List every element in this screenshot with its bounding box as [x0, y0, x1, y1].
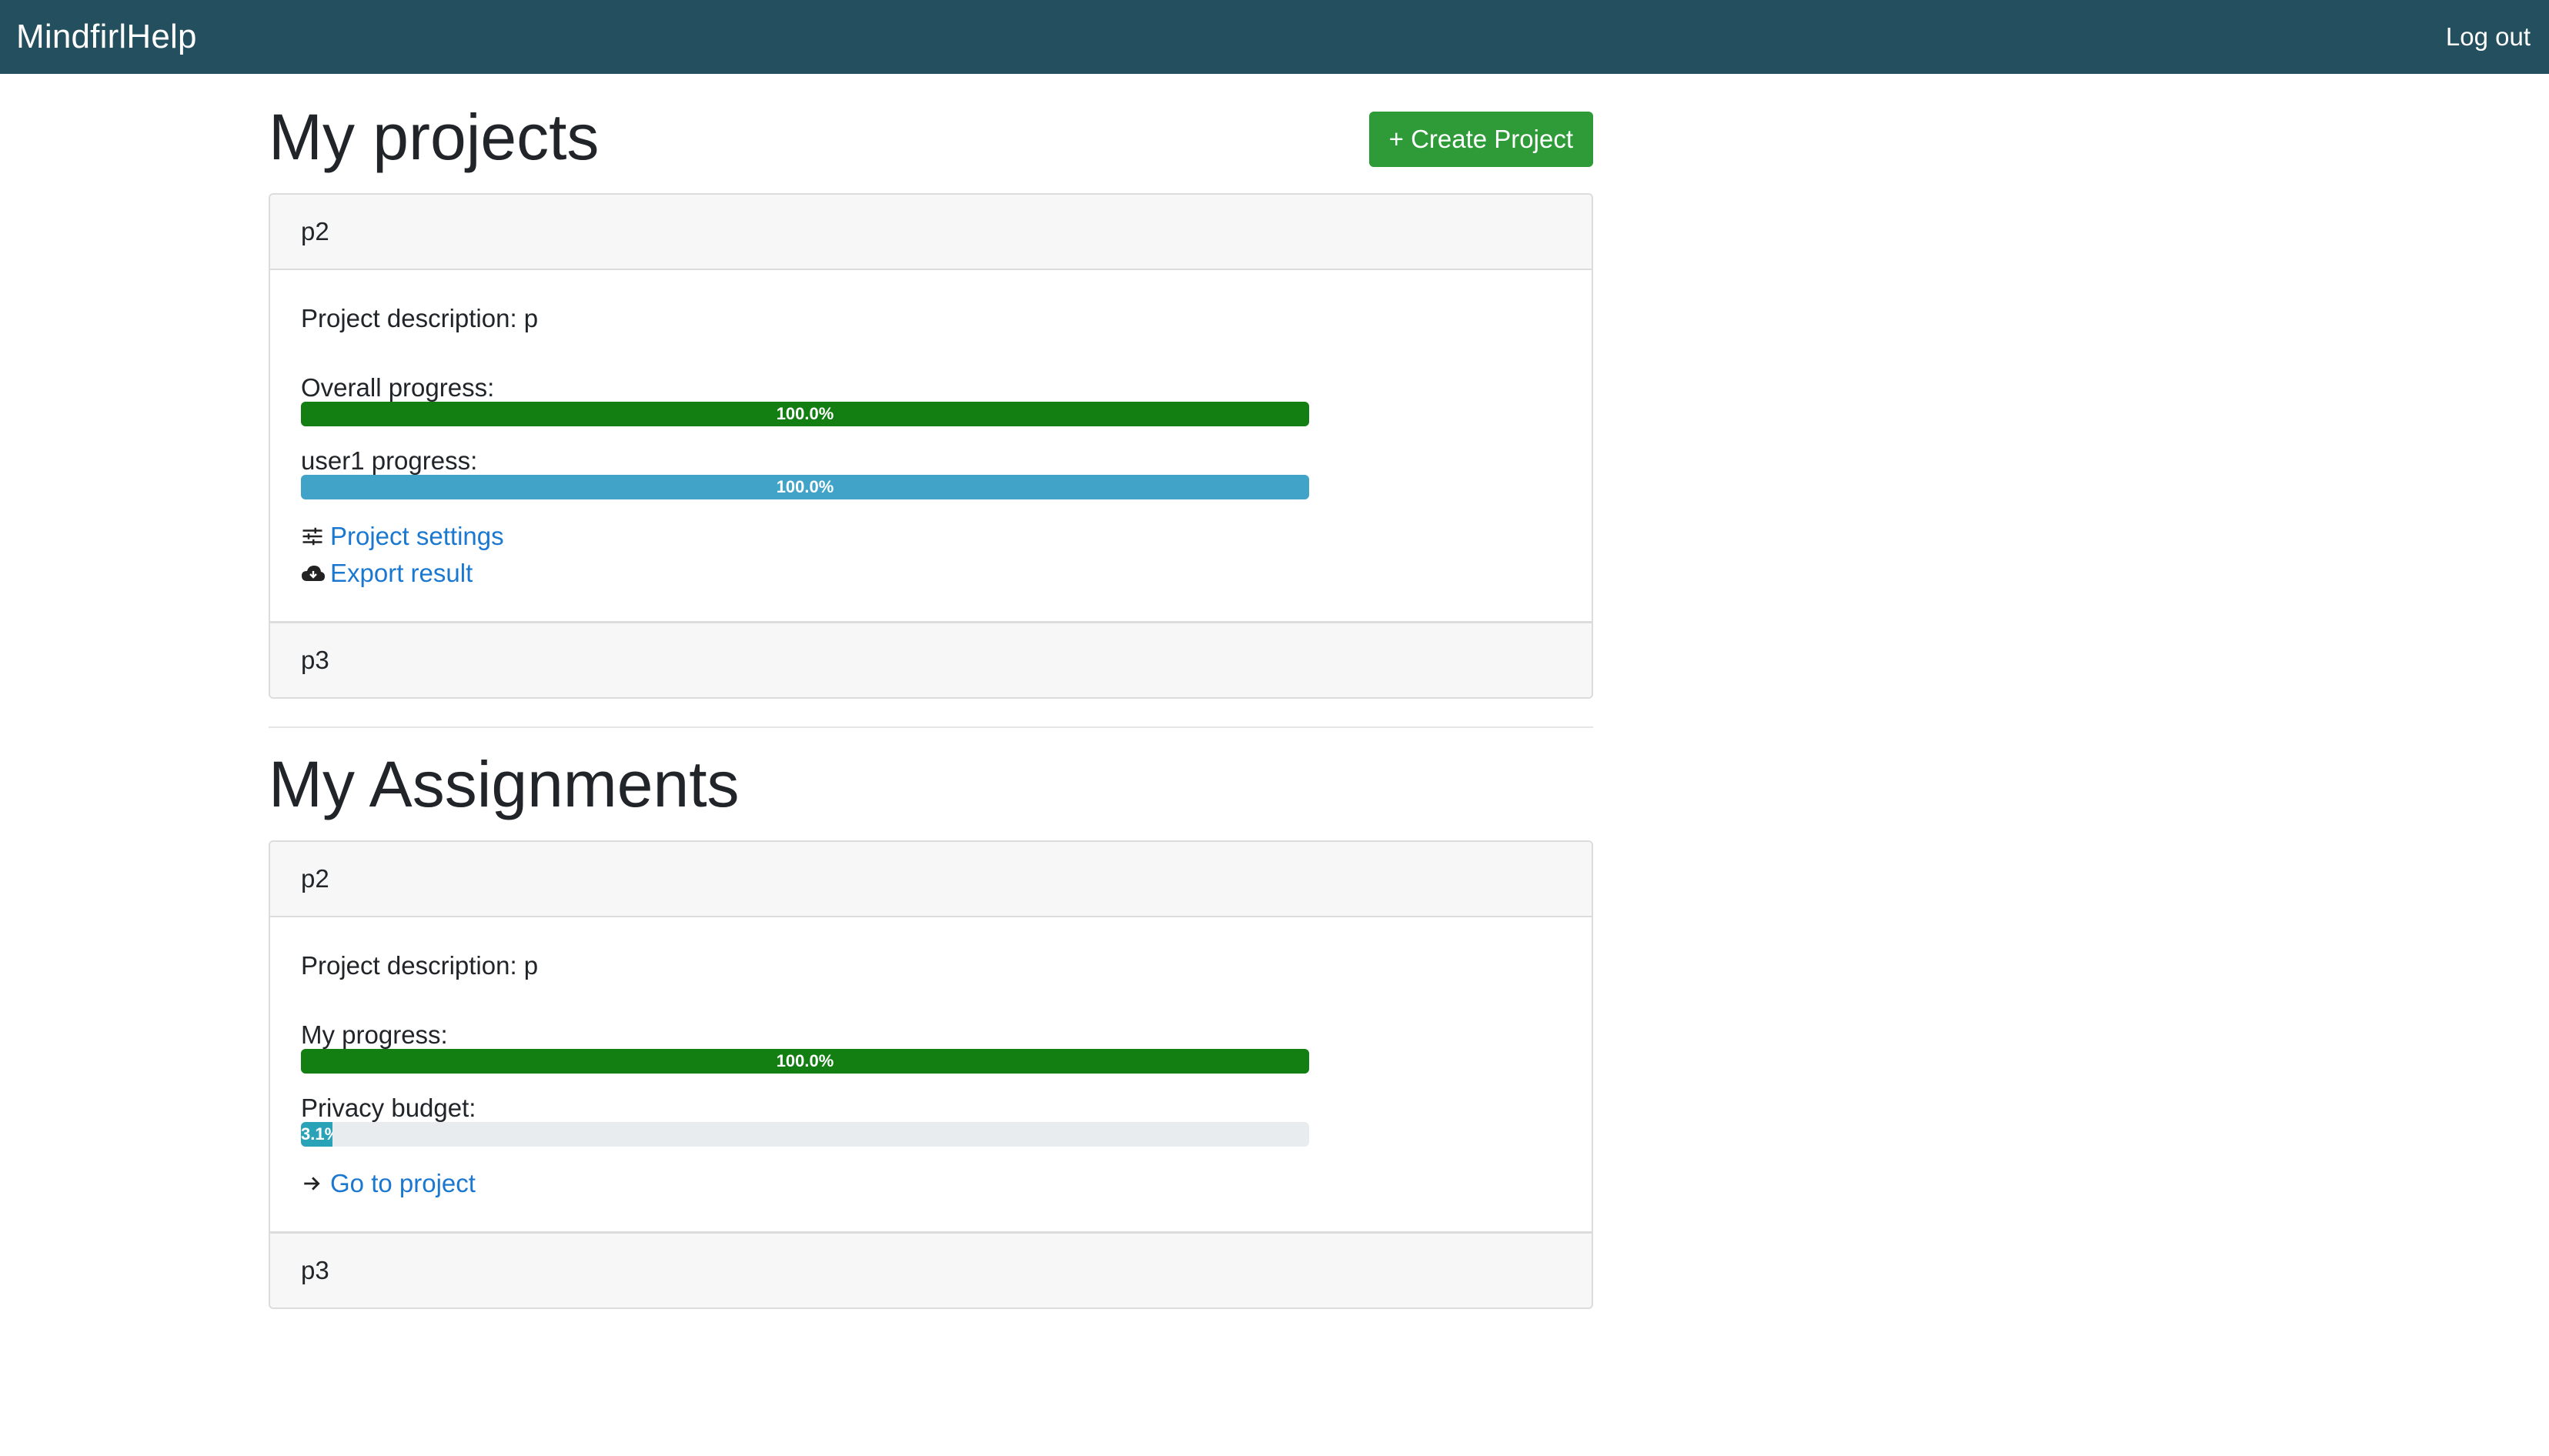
overall-progress-fill: 100.0%: [301, 402, 1309, 426]
go-to-project-link[interactable]: Go to project: [301, 1165, 1561, 1202]
assignment-description: Project description: p: [301, 951, 539, 980]
overall-progress-text: 100.0%: [776, 404, 834, 423]
arrow-right-icon: [301, 1169, 330, 1198]
logout-link[interactable]: Log out: [2446, 22, 2531, 52]
create-project-button[interactable]: + Create Project: [1368, 111, 1593, 167]
export-result-label[interactable]: Export result: [330, 559, 473, 588]
user1-progress-label: user1 progress:: [301, 446, 478, 475]
go-to-project-label[interactable]: Go to project: [330, 1169, 476, 1198]
overall-progress-label: Overall progress:: [301, 373, 495, 402]
my-progress-text: 100.0%: [776, 1051, 834, 1070]
export-result-link[interactable]: Export result: [301, 555, 1561, 592]
projects-accordion: p2 Project description: p Overall progre…: [269, 193, 1593, 699]
project-p3-header[interactable]: p3: [270, 621, 1592, 697]
project-description: Project description: p: [301, 304, 539, 332]
top-navbar: MindfirlHelp Log out: [0, 0, 2549, 74]
my-progress-label: My progress:: [301, 1020, 448, 1049]
project-settings-link[interactable]: Project settings: [301, 518, 1561, 555]
project-p2-header[interactable]: p2: [270, 195, 1592, 270]
assignments-title: My Assignments: [269, 748, 740, 820]
my-progress-fill: 100.0%: [301, 1049, 1309, 1074]
project-p2-body: Project description: p Overall progress:…: [270, 270, 1592, 592]
user1-progress-text: 100.0%: [776, 477, 834, 496]
overall-progress-bar: 100.0%: [301, 402, 1309, 426]
cloud-download-icon: [301, 559, 330, 588]
main-container: My projects + Create Project p2 Project …: [269, 74, 1593, 1309]
brand-logo[interactable]: MindfirlHelp: [16, 18, 197, 56]
user1-progress-fill: 100.0%: [301, 475, 1309, 499]
assignment-p2-header[interactable]: p2: [270, 842, 1592, 917]
assignments-accordion: p2 Project description: p My progress: 1…: [269, 840, 1593, 1309]
projects-header: My projects + Create Project: [269, 74, 1593, 193]
project-settings-label[interactable]: Project settings: [330, 522, 504, 551]
privacy-budget-bar: 3.1%: [301, 1122, 1309, 1147]
sliders-icon: [301, 522, 330, 551]
user1-progress-bar: 100.0%: [301, 475, 1309, 499]
privacy-budget-fill: 3.1%: [301, 1122, 332, 1147]
projects-title: My projects: [269, 100, 600, 173]
assignments-header: My Assignments: [269, 728, 1593, 840]
assignment-p2-body: Project description: p My progress: 100.…: [270, 917, 1592, 1202]
assignment-p3-header[interactable]: p3: [270, 1231, 1592, 1307]
privacy-budget-text: 3.1%: [301, 1124, 332, 1144]
my-progress-bar: 100.0%: [301, 1049, 1309, 1074]
privacy-budget-label: Privacy budget:: [301, 1094, 476, 1122]
